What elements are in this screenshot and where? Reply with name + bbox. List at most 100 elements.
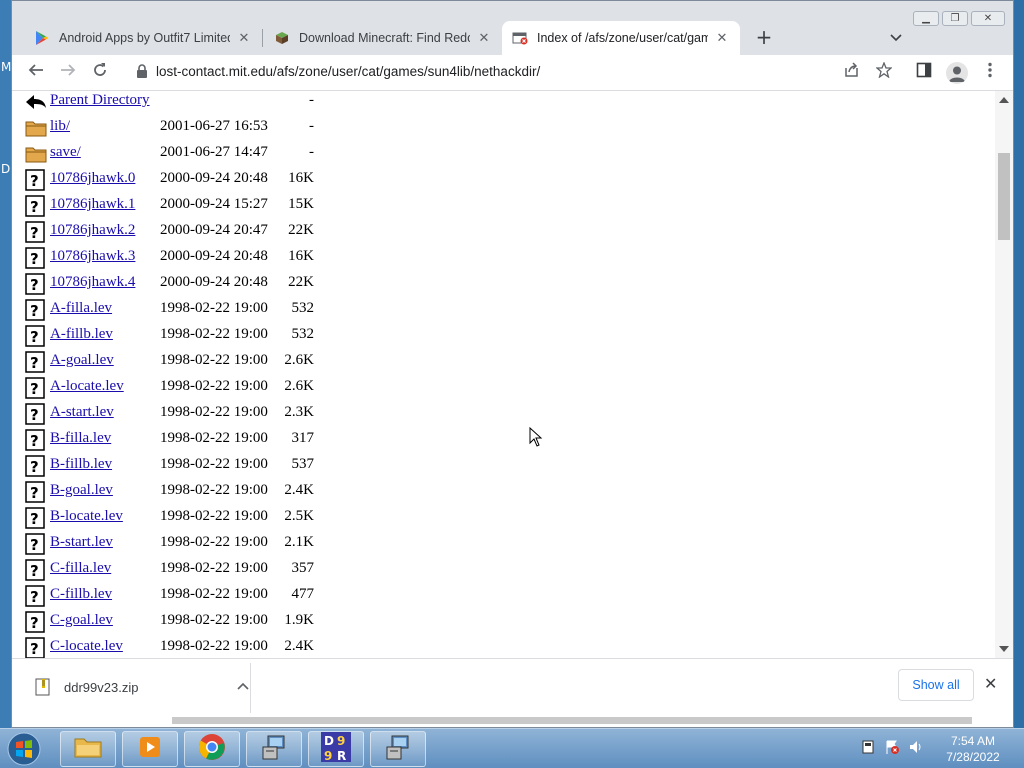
unknown-file-icon: ?	[25, 221, 47, 243]
file-link[interactable]: B-goal.lev	[50, 482, 113, 499]
file-date: 1998-02-22 19:00	[160, 508, 268, 524]
action-center-icon[interactable]	[884, 739, 900, 755]
window-close-button[interactable]: ✕	[971, 11, 1005, 26]
file-link[interactable]: A-filla.lev	[50, 300, 112, 317]
file-link[interactable]: 10786jhawk.4	[50, 274, 135, 291]
taskbar-media-player[interactable]	[122, 731, 178, 767]
horizontal-scrollbar[interactable]	[172, 717, 972, 724]
file-date: 1998-02-22 19:00	[160, 404, 268, 420]
file-link[interactable]: B-locate.lev	[50, 508, 123, 525]
svg-text:?: ?	[30, 328, 39, 346]
lock-icon[interactable]	[136, 64, 152, 80]
start-button[interactable]	[4, 731, 44, 767]
chevron-up-icon[interactable]	[237, 678, 249, 694]
clock-time: 7:54 AM	[950, 734, 996, 748]
vertical-scrollbar[interactable]	[995, 91, 1013, 658]
volume-icon[interactable]	[908, 739, 924, 755]
tab-android-apps[interactable]: Android Apps by Outfit7 Limited ✕	[24, 21, 262, 55]
svg-text:?: ?	[30, 406, 39, 424]
file-date: 1998-02-22 19:00	[160, 560, 268, 576]
side-panel-icon[interactable]	[912, 61, 936, 85]
svg-text:?: ?	[30, 640, 39, 658]
profile-avatar-icon[interactable]	[946, 62, 968, 84]
list-item: save/2001-06-27 14:47 -	[12, 141, 412, 167]
minimize-button[interactable]: ▁	[913, 11, 939, 26]
file-link[interactable]: B-filla.lev	[50, 430, 111, 447]
file-link[interactable]: B-fillb.lev	[50, 456, 112, 473]
taskbar-installer[interactable]	[246, 731, 302, 767]
scroll-down-arrow-icon[interactable]	[999, 646, 1009, 652]
svg-text:?: ?	[30, 510, 39, 528]
flag-icon[interactable]	[860, 739, 876, 755]
tab-minecraft[interactable]: Download Minecraft: Find Redow ✕	[264, 21, 502, 55]
system-clock[interactable]: 7:54 AM 7/28/2022	[930, 733, 1016, 765]
new-tab-button[interactable]: +	[752, 26, 776, 50]
back-arrow-icon[interactable]	[24, 61, 48, 85]
back-icon	[25, 91, 47, 113]
taskbar-chrome[interactable]	[184, 731, 240, 767]
list-item: ? B-fillb.lev 1998-02-22 19:00 537	[12, 453, 412, 479]
file-link[interactable]: A-fillb.lev	[50, 326, 113, 343]
download-filename: ddr99v23.zip	[64, 680, 139, 695]
file-link[interactable]: C-fillb.lev	[50, 586, 112, 603]
file-link[interactable]: Parent Directory	[50, 92, 150, 109]
close-icon[interactable]: ✕	[236, 30, 252, 46]
close-icon[interactable]: ✕	[984, 674, 997, 693]
download-item[interactable]: ddr99v23.zip	[32, 675, 252, 701]
file-size: -	[309, 118, 314, 134]
scrollbar-thumb[interactable]	[998, 153, 1010, 240]
taskbar-explorer[interactable]	[60, 731, 116, 767]
svg-text:9: 9	[337, 734, 345, 748]
file-link[interactable]: 10786jhawk.0	[50, 170, 135, 187]
file-link[interactable]: 10786jhawk.2	[50, 222, 135, 239]
file-size: 357	[291, 560, 315, 576]
file-size: 532	[291, 326, 315, 342]
file-link[interactable]: 10786jhawk.1	[50, 196, 135, 213]
file-date: 2000-09-24 20:48	[160, 274, 268, 290]
address-bar[interactable]: lost-contact.mit.edu/afs/zone/user/cat/g…	[156, 64, 540, 79]
file-link[interactable]: 10786jhawk.3	[50, 248, 135, 265]
file-link[interactable]: A-start.lev	[50, 404, 114, 421]
file-date: 1998-02-22 19:00	[160, 456, 268, 472]
file-link[interactable]: C-goal.lev	[50, 612, 113, 629]
share-icon[interactable]	[840, 61, 864, 85]
bookmark-star-icon[interactable]	[872, 61, 896, 85]
clock-date: 7/28/2022	[946, 750, 1000, 764]
unknown-file-icon: ?	[25, 455, 47, 477]
close-icon[interactable]: ✕	[476, 30, 492, 46]
file-link[interactable]: A-goal.lev	[50, 352, 114, 369]
show-all-button[interactable]: Show all	[898, 669, 974, 701]
file-date: 1998-02-22 19:00	[160, 352, 268, 368]
menu-kebab-icon[interactable]	[978, 61, 1002, 85]
file-link[interactable]: C-filla.lev	[50, 560, 111, 577]
file-size: 2.1K	[284, 534, 314, 550]
file-link[interactable]: B-start.lev	[50, 534, 113, 551]
reload-icon[interactable]	[88, 61, 112, 85]
forward-arrow-icon[interactable]	[56, 61, 80, 85]
chevron-down-icon[interactable]	[886, 28, 906, 48]
file-link[interactable]: save/	[50, 144, 81, 161]
file-date: 1998-02-22 19:00	[160, 612, 268, 628]
tab-strip: Android Apps by Outfit7 Limited ✕ Downlo…	[12, 1, 1013, 55]
unknown-file-icon: ?	[25, 273, 47, 295]
maximize-button[interactable]: ❐	[942, 11, 968, 26]
folder-icon	[73, 735, 103, 763]
file-size: 16K	[288, 248, 314, 264]
list-item: ? B-filla.lev 1998-02-22 19:00 317	[12, 427, 412, 453]
close-icon[interactable]: ✕	[714, 30, 730, 46]
unknown-file-icon: ?	[25, 533, 47, 555]
list-item: ? A-fillb.lev 1998-02-22 19:00 532	[12, 323, 412, 349]
scroll-up-arrow-icon[interactable]	[999, 97, 1009, 103]
unknown-file-icon: ?	[25, 429, 47, 451]
unknown-file-icon: ?	[25, 403, 47, 425]
file-link[interactable]: C-locate.lev	[50, 638, 123, 655]
folder-icon	[25, 117, 47, 139]
svg-text:?: ?	[30, 588, 39, 606]
file-link[interactable]: lib/	[50, 118, 70, 135]
tab-index-of[interactable]: Index of /afs/zone/user/cat/gam ✕	[502, 21, 740, 55]
file-link[interactable]: A-locate.lev	[50, 378, 124, 395]
taskbar-ddr[interactable]: D99R	[308, 731, 364, 767]
file-date: 2000-09-24 20:47	[160, 222, 268, 238]
list-item: ? 10786jhawk.1 2000-09-24 15:27 15K	[12, 193, 412, 219]
taskbar-installer-2[interactable]	[370, 731, 426, 767]
